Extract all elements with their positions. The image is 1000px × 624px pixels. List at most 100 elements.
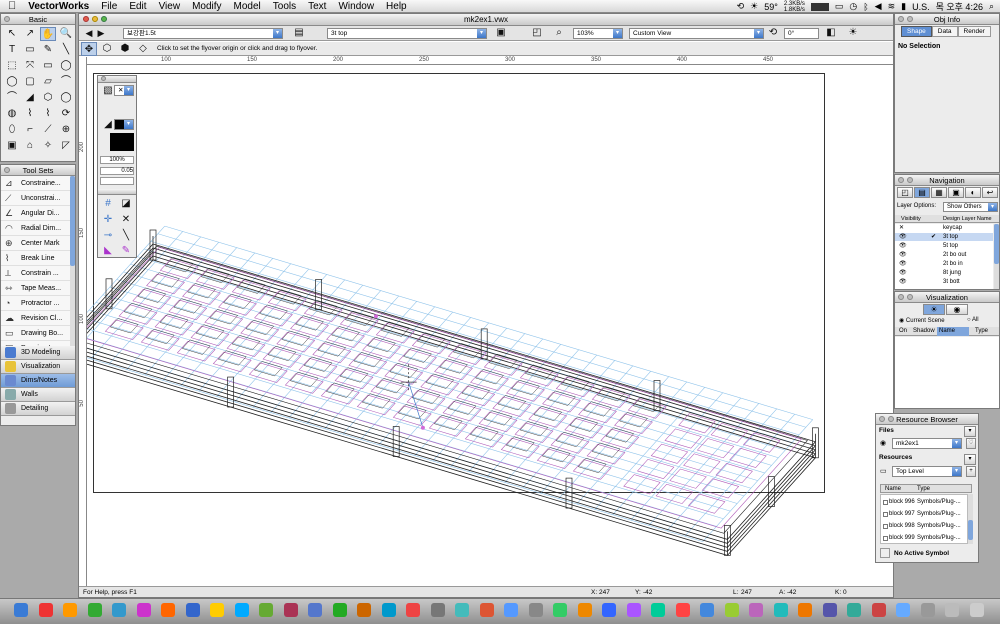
line-style-select[interactable] — [100, 177, 134, 185]
col-name[interactable]: Name — [885, 485, 901, 493]
dock-app-icon[interactable] — [479, 603, 494, 617]
bluetooth-icon[interactable]: ᛒ — [863, 2, 868, 12]
dock-app-icon[interactable] — [920, 603, 935, 617]
dock-app-icon[interactable] — [847, 603, 861, 617]
clock[interactable]: 목 오후 4:26 — [936, 0, 983, 13]
folder-select[interactable]: Top Level ▾ — [892, 466, 962, 477]
basic-tool-22-icon[interactable]: ⌇ — [40, 107, 56, 121]
col-visibility[interactable]: Visibility — [901, 215, 921, 223]
toolset-item[interactable]: ⌇ Break Line — [1, 251, 75, 266]
mode4-icon[interactable]: ◇ — [135, 42, 151, 56]
dock-app-icon[interactable] — [87, 603, 102, 617]
basic-tool-21-icon[interactable]: ⌇ — [22, 107, 38, 121]
sound-icon[interactable]: ◀ — [875, 1, 882, 12]
toolset-item[interactable]: ⟋ Unconstrai... — [1, 191, 75, 206]
files-menu-button[interactable]: ▾ — [964, 426, 976, 437]
dock-app-icon[interactable] — [945, 603, 959, 617]
tab-views-icon[interactable]: ▦ — [931, 187, 947, 198]
basic-tool-13-icon[interactable]: ▢ — [22, 75, 38, 89]
layer-row[interactable]: 👁 ✔ 3t top — [895, 233, 993, 241]
basic-tool-5-icon[interactable]: ▭ — [22, 43, 38, 57]
radio-all[interactable]: ○ All — [967, 317, 979, 323]
view-options-icon[interactable]: ▣ — [493, 26, 509, 40]
menu-tools[interactable]: Tools — [267, 1, 302, 12]
col-name[interactable]: Name — [937, 327, 969, 336]
menu-help[interactable]: Help — [380, 1, 413, 12]
dock-app-icon[interactable] — [161, 603, 175, 617]
visibility-icon[interactable]: 👁 — [899, 242, 907, 250]
dock-app-icon[interactable] — [406, 603, 420, 617]
tab-layers-icon[interactable]: ▤ — [914, 187, 930, 198]
col-layer-name[interactable]: Design Layer Name — [943, 215, 992, 223]
class-select[interactable]: 보강판1.5t ▾ — [123, 28, 283, 39]
tab-classes-icon[interactable]: ◰ — [897, 187, 913, 198]
toolset-item[interactable]: ◠ Radial Dim... — [1, 221, 75, 236]
basic-tool-0-icon[interactable]: ↖ — [4, 27, 20, 41]
dock-app-icon[interactable] — [259, 603, 273, 617]
toolset-item[interactable]: ◔ Protractor ... — [1, 296, 75, 311]
app-menu[interactable]: VectorWorks — [22, 1, 95, 12]
apple-menu-icon[interactable]:  — [0, 0, 22, 12]
toolset-category[interactable]: Detailing — [1, 402, 75, 416]
dock-app-icon[interactable] — [969, 603, 984, 617]
menu-model[interactable]: Model — [228, 1, 267, 12]
sync-icon[interactable]: ⟲ — [737, 1, 745, 12]
basic-tool-30-icon[interactable]: ✧ — [40, 139, 56, 153]
basic-tool-19-icon[interactable]: ◯ — [58, 91, 74, 105]
basic-tool-23-icon[interactable]: ⟳ — [58, 107, 74, 121]
dock-app-icon[interactable] — [528, 603, 543, 617]
dock-app-icon[interactable] — [308, 603, 322, 617]
dock-app-icon[interactable] — [332, 603, 347, 617]
mode2-icon[interactable]: ⬡ — [99, 42, 115, 56]
basic-tool-4-icon[interactable]: T — [4, 43, 20, 57]
basic-tool-29-icon[interactable]: ⌂ — [22, 139, 38, 153]
layer-icon[interactable]: ▤ — [291, 26, 307, 40]
dock-app-icon[interactable] — [38, 603, 53, 617]
favorite-button[interactable]: ♡ — [966, 438, 976, 449]
tab-refs-icon[interactable]: ◐ — [965, 187, 981, 198]
dock-app-icon[interactable] — [210, 603, 224, 617]
toolset-category[interactable]: Visualization — [1, 360, 75, 374]
tab-files-icon[interactable]: ↩ — [982, 187, 998, 198]
close-icon[interactable] — [898, 294, 904, 300]
dock-app-icon[interactable] — [185, 603, 200, 617]
collapse-icon[interactable] — [907, 177, 913, 183]
toolset-item[interactable]: ⊿ Constraine... — [1, 176, 75, 191]
layer-select[interactable]: 3t top ▾ — [327, 28, 487, 39]
flyover-mode-icon[interactable]: ✥ — [81, 42, 97, 56]
forward-icon[interactable]: ▶ — [93, 26, 109, 40]
render-mode-icon[interactable]: ◰ — [529, 26, 545, 40]
resources-menu-button[interactable]: ▾ — [964, 454, 976, 465]
toolset-category[interactable]: Walls — [1, 388, 75, 402]
close-window-icon[interactable] — [83, 16, 89, 22]
visibility-icon[interactable]: 👁 — [899, 269, 907, 277]
close-icon[interactable] — [898, 16, 904, 22]
col-type[interactable]: Type — [975, 327, 988, 336]
resource-row[interactable]: block 996 Symbols/Plug-... — [881, 497, 967, 508]
tab-sheets-icon[interactable]: ▣ — [948, 187, 964, 198]
dock-app-icon[interactable] — [504, 603, 518, 617]
collapse-icon[interactable] — [907, 16, 913, 22]
resource-row[interactable]: block 998 Symbols/Plug-... — [881, 521, 967, 532]
dock-app-icon[interactable] — [577, 603, 592, 617]
basic-tool-12-icon[interactable]: ◯ — [4, 75, 20, 89]
render-icon[interactable]: ◧ — [823, 26, 839, 40]
toolset-category[interactable]: Dims/Notes — [1, 374, 75, 388]
basic-tool-25-icon[interactable]: ⌐ — [22, 123, 38, 137]
basic-tool-28-icon[interactable]: ▣ — [4, 139, 20, 153]
time-machine-icon[interactable]: ◷ — [849, 1, 857, 12]
opacity-field[interactable]: 100% — [100, 156, 134, 164]
zoom-window-icon[interactable] — [101, 16, 107, 22]
dock-app-icon[interactable] — [626, 603, 641, 617]
fill-select[interactable]: ✕ ▾ — [114, 85, 134, 96]
lighting-icon[interactable]: ☀ — [845, 26, 861, 40]
dock-app-icon[interactable] — [357, 603, 371, 617]
toolset-item[interactable]: ⇿ Tape Meas... — [1, 281, 75, 296]
dock-app-icon[interactable] — [283, 603, 298, 617]
line-weight-field[interactable]: 0.05 — [100, 167, 134, 175]
close-icon[interactable] — [898, 177, 904, 183]
visibility-icon[interactable]: 👁 — [899, 278, 907, 286]
toolset-item[interactable]: ⟂ Constrain ... — [1, 266, 75, 281]
basic-tool-7-icon[interactable]: ╲ — [58, 43, 74, 57]
col-shadow[interactable]: Shadow — [913, 327, 935, 336]
